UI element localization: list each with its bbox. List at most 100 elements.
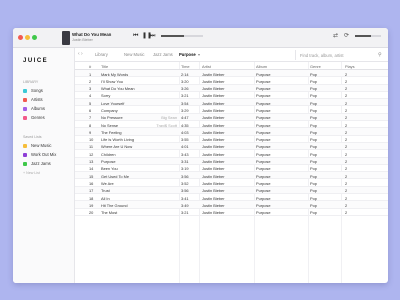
table-row[interactable]: 2 I'll Show You 3:20 Justin Bieber Purpose Po… [75, 77, 388, 85]
track-genre: Pop [310, 115, 317, 121]
track-time: 3:41 [181, 195, 189, 201]
search-icon[interactable]: ⚲ [378, 52, 382, 58]
track-plays: 2 [345, 100, 348, 106]
table-row[interactable]: 7 No Pressure Big Sean 4:47 Justin Bieber Pur… [75, 113, 388, 122]
tab-jazz-jams[interactable]: Jazz Jams [153, 52, 173, 57]
album-art [62, 31, 70, 45]
repeat-icon[interactable]: ⟳ [344, 32, 349, 40]
back-forward-icon[interactable]: ‹ › [78, 51, 83, 57]
header-title[interactable]: Title [101, 64, 159, 69]
volume-slider[interactable] [355, 35, 381, 37]
table-row[interactable]: 1 Mark My Words 2:14 Justin Bieber Purpose Po… [75, 70, 388, 78]
table-row[interactable]: 20 The Most 3:21 Justin Bieber Purpose Pop 2 [75, 209, 388, 216]
table-row[interactable]: 8 No Sense Travi$ Scott 4:35 Justin Bieber Pu… [75, 121, 388, 129]
sidebar-item-jazz-jams[interactable]: Jazz Jams [23, 160, 51, 167]
track-number: 6 [89, 107, 92, 113]
app-logo: JUICE [23, 58, 49, 64]
sidebar-item-work-out-mix[interactable]: Work Out Mix [23, 151, 56, 158]
table-row[interactable]: 6 Company 3:29 Justin Bieber Purpose Pop 2 [75, 106, 388, 114]
track-number: 13 [89, 159, 94, 165]
table-row[interactable]: 19 Hit The Ground 3:49 Justin Bieber Purpose… [75, 201, 388, 209]
table-row[interactable]: 10 Life Is Worth Living 3:55 Justin Bieber P… [75, 136, 388, 143]
track-number: 19 [89, 202, 94, 208]
close-window-button[interactable] [18, 35, 23, 40]
maximize-window-button[interactable] [32, 35, 37, 40]
table-row[interactable]: 3 What Do You Mean 3:26 Justin Bieber Purpos… [75, 84, 388, 92]
now-playing-artist: Justin Bieber [72, 38, 93, 42]
track-artist: Justin Bieber [202, 86, 225, 92]
track-album: Purpose [256, 137, 271, 143]
table-row[interactable]: 9 The Feeling 4:03 Justin Bieber Purpose Pop 2 [75, 128, 388, 136]
new-list-button[interactable]: + New List [23, 171, 40, 175]
track-plays: 2 [345, 173, 348, 179]
search-input[interactable] [296, 52, 378, 58]
shuffle-icon[interactable]: ⇄ [333, 32, 338, 40]
header-number[interactable]: # [89, 64, 97, 69]
sidebar-item-songs[interactable]: Songs [23, 87, 43, 94]
sidebar-item-label: Genres [31, 115, 45, 120]
track-title: What Do You Mean [101, 86, 135, 92]
sidebar-item-new-music[interactable]: New Music [23, 142, 51, 149]
table-row[interactable]: 15 Get Used To Me 3:56 Justin Bieber Purpose… [75, 172, 388, 180]
track-time: 3:29 [181, 107, 189, 113]
table-row[interactable]: 14 Been You 3:19 Justin Bieber Purpose Pop 2 [75, 165, 388, 173]
tab-library[interactable]: Library [95, 52, 108, 57]
track-artist: Justin Bieber [202, 137, 225, 143]
track-artist: Justin Bieber [202, 100, 225, 106]
table-row[interactable]: 13 Purpose 3:31 Justin Bieber Purpose Pop 2 [75, 157, 388, 165]
track-number: 5 [89, 100, 92, 106]
color-swatch-icon [23, 88, 27, 93]
track-genre: Pop [310, 93, 317, 99]
table-row[interactable]: 12 Children 3:43 Justin Bieber Purpose Pop 2 [75, 150, 388, 158]
track-time: 3:31 [181, 159, 189, 165]
track-plays: 2 [345, 78, 348, 84]
track-number: 20 [89, 210, 94, 216]
sidebar-item-genres[interactable]: Genres [23, 114, 45, 121]
color-swatch-icon [23, 143, 27, 148]
next-icon[interactable]: ⏭ [150, 32, 155, 40]
table-row[interactable]: 4 Sorry 3:21 Justin Bieber Purpose Pop 2 [75, 92, 388, 100]
header-album[interactable]: Album [256, 64, 306, 69]
header-artist[interactable]: Artist [202, 64, 252, 69]
sidebar-item-albums[interactable]: Albums [23, 105, 45, 112]
track-time: 3:54 [181, 100, 189, 106]
track-album: Purpose [256, 188, 271, 194]
track-genre: Pop [310, 122, 317, 128]
track-time: 3:21 [181, 93, 189, 99]
color-swatch-icon [23, 97, 27, 102]
table-row[interactable]: 5 Love Yourself 3:54 Justin Bieber Purpose Po… [75, 99, 388, 107]
minimize-window-button[interactable] [25, 35, 30, 40]
header-time[interactable]: Time [181, 64, 195, 69]
table-header: # Title Time Artist Album Genre Plays [75, 62, 388, 70]
chevron-down-icon[interactable]: ▾ [198, 52, 200, 57]
track-genre: Pop [310, 100, 317, 106]
table-row[interactable]: 11 Where Are U Now 4:01 Justin Bieber Purpos… [75, 142, 388, 151]
track-plays: 2 [345, 180, 348, 186]
saved-lists-section-label: Saved Lists [23, 135, 42, 139]
track-genre: Pop [310, 137, 317, 143]
table-row[interactable]: 17 Trust 3:56 Justin Bieber Purpose Pop 2 [75, 186, 388, 195]
playback-progress-bar[interactable] [161, 35, 203, 37]
track-title: Mark My Words [101, 71, 129, 77]
track-time: 3:55 [181, 137, 189, 143]
header-plays[interactable]: Plays [345, 64, 370, 69]
track-title: Trust [101, 188, 110, 194]
track-album: Purpose [256, 151, 271, 157]
tab-new-music[interactable]: New Music [124, 52, 144, 57]
track-number: 11 [89, 144, 94, 150]
now-playing-title: What Do You Mean [72, 32, 112, 37]
sidebar-item-artists[interactable]: Artists [23, 96, 43, 103]
track-title: Hit The Ground [101, 202, 128, 208]
playback-progress-fill [161, 35, 185, 37]
track-plays: 2 [345, 202, 348, 208]
track-genre: Pop [310, 151, 317, 157]
table-row[interactable]: 18 All In 3:41 Justin Bieber Purpose Pop 2 [75, 194, 388, 202]
track-featured-artist: Travi$ Scott [156, 122, 177, 128]
header-genre[interactable]: Genre [310, 64, 335, 69]
previous-icon[interactable]: ⏮ [133, 32, 138, 40]
tab-purpose[interactable]: Purpose [179, 52, 196, 57]
track-genre: Pop [310, 166, 317, 172]
table-row[interactable]: 16 We Are 3:52 Justin Bieber Purpose Pop 2 [75, 179, 388, 187]
sidebar-item-label: Jazz Jams [31, 161, 51, 166]
track-plays: 2 [345, 210, 348, 216]
